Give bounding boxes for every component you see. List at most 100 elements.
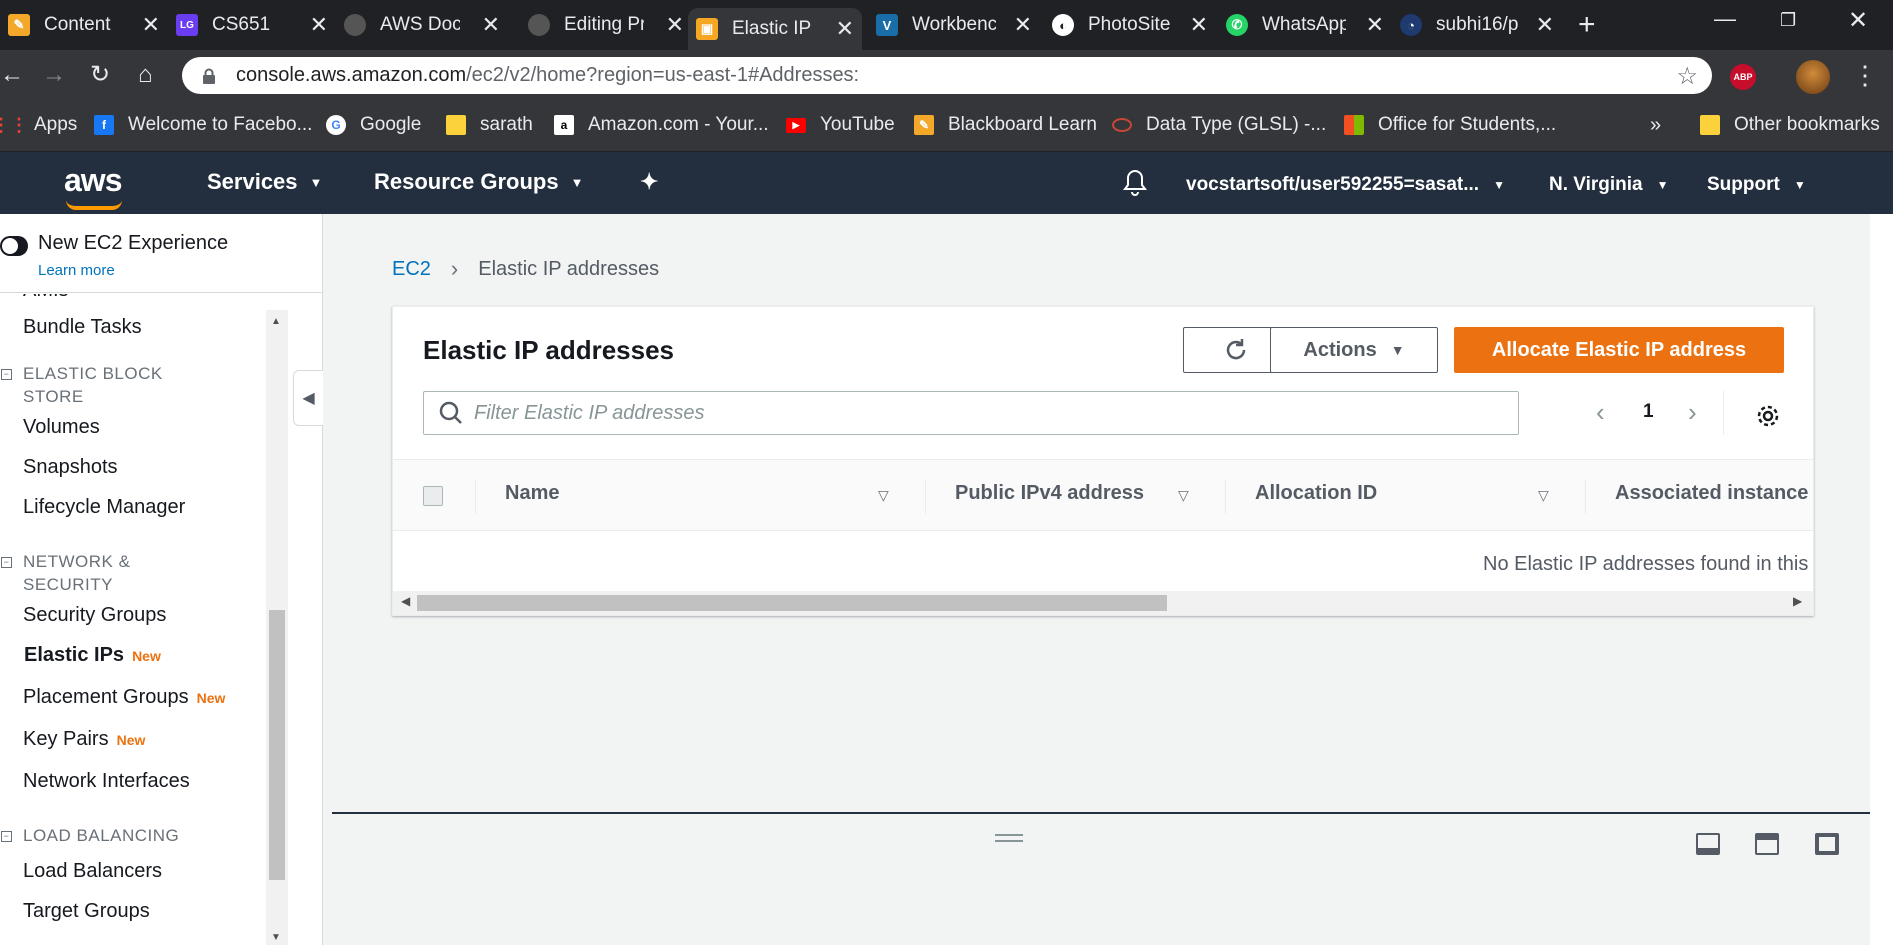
- page-number[interactable]: 1: [1643, 401, 1654, 423]
- close-icon[interactable]: ✕: [1190, 12, 1208, 38]
- aws-logo[interactable]: aws: [64, 162, 122, 210]
- avatar[interactable]: [1796, 60, 1830, 94]
- v-icon: V: [876, 14, 898, 36]
- dock-bottom-icon[interactable]: [1696, 833, 1720, 855]
- tab-workbench[interactable]: V Workbenc ✕: [868, 8, 1040, 42]
- close-icon[interactable]: ✕: [142, 12, 160, 38]
- close-icon[interactable]: ✕: [482, 12, 500, 38]
- close-icon[interactable]: ✕: [1536, 12, 1554, 38]
- sidebar-item-key-pairs[interactable]: Key Pairs New: [23, 728, 145, 751]
- actions-button[interactable]: Actions ▼: [1270, 327, 1438, 373]
- close-icon[interactable]: ✕: [836, 16, 854, 42]
- sidebar-item-lifecycle-manager[interactable]: Lifecycle Manager: [23, 496, 185, 519]
- bookmark-apps[interactable]: ⋮⋮ Apps: [0, 114, 77, 136]
- sort-icon[interactable]: ▽: [878, 487, 889, 504]
- resize-handle-icon[interactable]: [995, 834, 1023, 842]
- sort-icon[interactable]: ▽: [1538, 487, 1549, 504]
- close-icon[interactable]: ✕: [1014, 12, 1032, 38]
- learn-more-link[interactable]: Learn more: [38, 262, 115, 279]
- close-icon[interactable]: ✕: [310, 12, 328, 38]
- bookmark-other[interactable]: Other bookmarks: [1700, 114, 1880, 136]
- services-menu[interactable]: Services ▼: [207, 169, 322, 195]
- column-associated-instance[interactable]: Associated instance: [1615, 482, 1808, 505]
- new-tab-icon[interactable]: +: [1578, 8, 1596, 42]
- tab-title: subhi16/p: [1436, 14, 1519, 35]
- bookmarks-overflow-icon[interactable]: »: [1650, 114, 1661, 137]
- sidebar-scrollbar[interactable]: ▲ ▼: [266, 310, 288, 945]
- scroll-down-icon[interactable]: ▼: [271, 932, 281, 943]
- tab-elastic-ip[interactable]: ▣ Elastic IP a ✕: [688, 8, 862, 50]
- tab-cs651[interactable]: LG CS651 ✕: [168, 8, 336, 42]
- new-experience-toggle[interactable]: [0, 236, 28, 256]
- close-icon[interactable]: ✕: [666, 12, 684, 38]
- bell-icon[interactable]: [1122, 168, 1148, 196]
- region-menu[interactable]: N. Virginia ▼: [1549, 174, 1669, 196]
- sidebar-item-network-interfaces[interactable]: Network Interfaces: [23, 770, 190, 793]
- column-public-ipv4[interactable]: Public IPv4 address: [955, 482, 1144, 505]
- scroll-left-icon[interactable]: ◀: [401, 594, 410, 608]
- column-divider: [925, 480, 926, 514]
- tab-whatsapp[interactable]: ✆ WhatsApp ✕: [1218, 8, 1392, 42]
- tab-editing[interactable]: Editing Pr ✕: [520, 8, 692, 42]
- dock-full-icon[interactable]: [1815, 833, 1839, 855]
- bookmark-facebook[interactable]: f Welcome to Facebo...: [94, 114, 312, 136]
- column-allocation-id[interactable]: Allocation ID: [1255, 482, 1377, 505]
- dock-top-icon[interactable]: [1755, 833, 1779, 855]
- next-page-icon[interactable]: ›: [1688, 397, 1697, 428]
- tab-photosite[interactable]: ◐ PhotoSite ✕: [1044, 8, 1216, 42]
- close-icon[interactable]: ✕: [1366, 12, 1384, 38]
- tab-content[interactable]: ✎ Content ✕: [0, 8, 168, 42]
- breadcrumb-ec2-link[interactable]: EC2: [392, 258, 431, 281]
- bookmark-blackboard[interactable]: ✎ Blackboard Learn: [914, 114, 1097, 136]
- sidebar-item-snapshots[interactable]: Snapshots: [23, 456, 118, 479]
- address-bar[interactable]: console.aws.amazon.com/ec2/v2/home?regio…: [182, 57, 1712, 94]
- sidebar-item-load-balancers[interactable]: Load Balancers: [23, 860, 162, 883]
- tab-subhi[interactable]: ◔ subhi16/p ✕: [1392, 8, 1562, 42]
- allocate-elastic-ip-button[interactable]: Allocate Elastic IP address: [1454, 327, 1784, 373]
- bookmark-office[interactable]: Office for Students,...: [1344, 114, 1556, 136]
- sidebar-item-bundle-tasks[interactable]: Bundle Tasks: [23, 316, 142, 339]
- forward-icon[interactable]: →: [42, 62, 66, 88]
- star-icon[interactable]: ☆: [1676, 62, 1698, 91]
- bookmark-amazon[interactable]: a Amazon.com - Your...: [554, 114, 769, 136]
- sidebar-item-volumes[interactable]: Volumes: [23, 416, 100, 439]
- minimize-icon[interactable]: —: [1714, 6, 1736, 32]
- bookmark-sarath[interactable]: sarath: [446, 114, 533, 136]
- youtube-icon: ▶: [786, 117, 806, 133]
- scroll-up-icon[interactable]: ▲: [271, 316, 281, 327]
- sidebar-item-elastic-ips[interactable]: Elastic IPs New: [24, 644, 161, 667]
- filter-input[interactable]: Filter Elastic IP addresses: [423, 391, 1519, 435]
- more-menu-icon[interactable]: ⋮: [1852, 60, 1878, 91]
- settings-gear-icon[interactable]: [1755, 403, 1781, 429]
- support-menu[interactable]: Support ▼: [1707, 174, 1806, 196]
- sidebar-item-security-groups[interactable]: Security Groups: [23, 604, 166, 627]
- window-close-icon[interactable]: ✕: [1848, 6, 1868, 35]
- sidebar-section-load-balancing[interactable]: − LOAD BALANCING: [1, 824, 179, 847]
- scrollbar-thumb[interactable]: [269, 610, 285, 880]
- reload-icon[interactable]: ↻: [90, 62, 110, 88]
- sidebar-item-amis[interactable]: AMIs: [23, 294, 69, 302]
- table-horizontal-scrollbar[interactable]: ◀ ▶: [393, 591, 1813, 615]
- bookmark-glsl[interactable]: Data Type (GLSL) -...: [1112, 114, 1326, 136]
- collapse-sidebar-button[interactable]: ◀: [293, 370, 323, 426]
- scrollbar-thumb[interactable]: [417, 595, 1167, 611]
- sidebar-item-placement-groups[interactable]: Placement Groups New: [23, 686, 225, 709]
- adblock-extension-icon[interactable]: ABP: [1730, 64, 1756, 90]
- scroll-right-icon[interactable]: ▶: [1793, 594, 1802, 608]
- sidebar-section-network[interactable]: − NETWORK & SECURITY: [1, 550, 173, 596]
- select-all-checkbox[interactable]: [423, 486, 443, 506]
- pin-icon[interactable]: ✦: [640, 169, 658, 195]
- home-icon[interactable]: ⌂: [138, 62, 153, 88]
- bookmark-youtube[interactable]: ▶ YouTube: [786, 114, 895, 136]
- prev-page-icon[interactable]: ‹: [1596, 397, 1605, 428]
- bookmark-google[interactable]: G Google: [326, 114, 421, 136]
- tab-aws-dock[interactable]: AWS Dock ✕: [336, 8, 508, 42]
- resource-groups-menu[interactable]: Resource Groups ▼: [374, 169, 583, 195]
- sort-icon[interactable]: ▽: [1178, 487, 1189, 504]
- column-name[interactable]: Name: [505, 482, 559, 505]
- restore-icon[interactable]: ❐: [1780, 10, 1796, 31]
- back-icon[interactable]: ←: [0, 62, 24, 88]
- sidebar-item-target-groups[interactable]: Target Groups: [23, 900, 150, 923]
- account-menu[interactable]: vocstartsoft/user592255=sasat... ▼: [1186, 174, 1505, 196]
- sidebar-section-ebs[interactable]: − ELASTIC BLOCK STORE: [1, 362, 193, 408]
